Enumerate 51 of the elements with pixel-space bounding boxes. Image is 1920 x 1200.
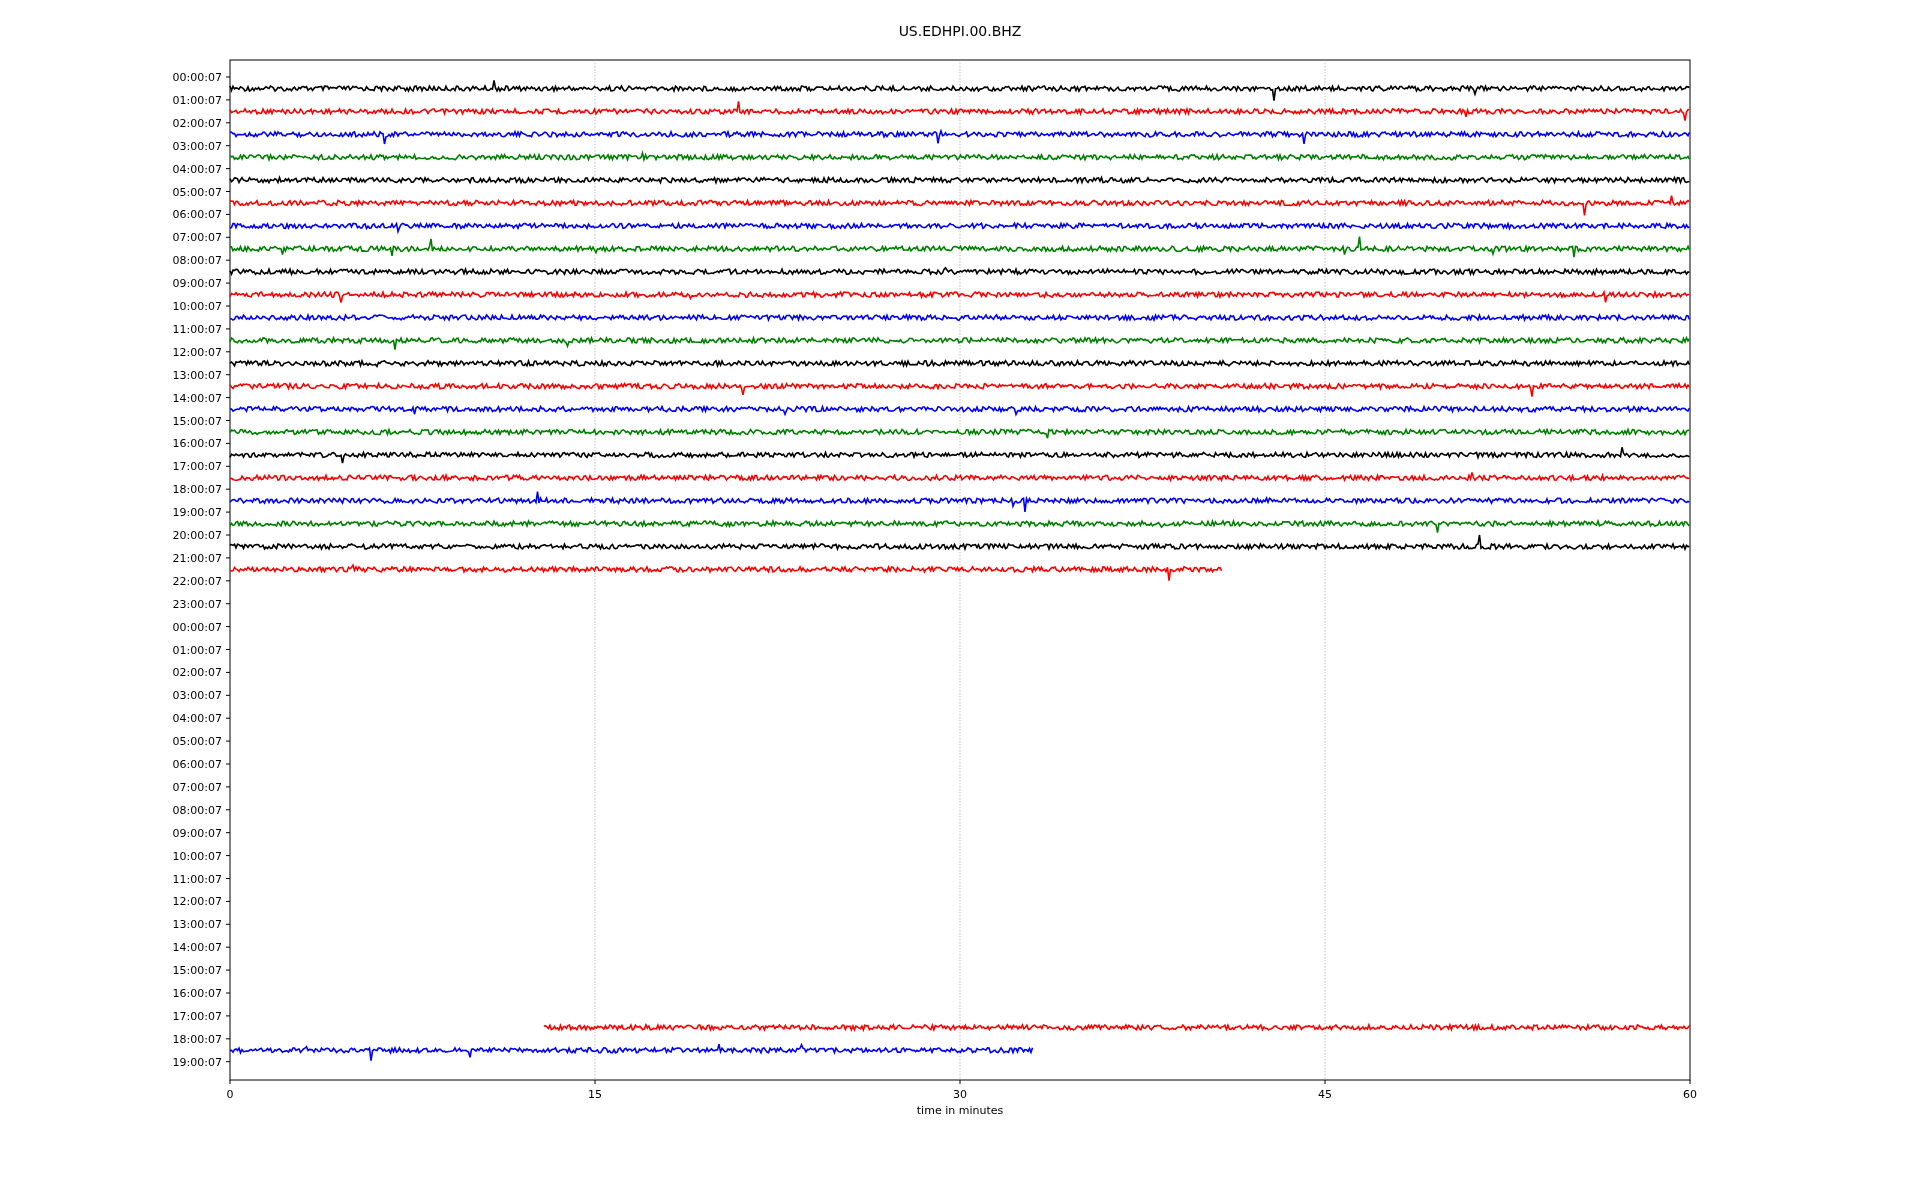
y-tick-label: 11:00:07 xyxy=(172,322,222,336)
y-tick-label: 07:00:07 xyxy=(172,231,222,245)
y-tick-label: 06:00:07 xyxy=(172,208,222,222)
y-tick-label: 12:00:07 xyxy=(172,345,222,359)
y-tick-label: 18:00:07 xyxy=(172,483,222,497)
x-tick-label: 30 xyxy=(953,1088,967,1101)
x-tick-label: 60 xyxy=(1683,1088,1697,1101)
y-tick-label: 06:00:07 xyxy=(172,758,222,771)
x-tick-label: 0 xyxy=(226,1088,234,1101)
y-tick-label: 04:00:07 xyxy=(172,712,222,726)
y-tick-label: 16:00:07 xyxy=(172,437,222,451)
y-tick-label: 09:00:07 xyxy=(172,826,222,840)
y-tick-label: 04:00:07 xyxy=(172,162,222,176)
y-tick-label: 19:00:07 xyxy=(172,1055,222,1069)
y-tick-label: 01:00:07 xyxy=(172,643,222,657)
y-tick-label: 01:00:07 xyxy=(172,93,222,107)
y-tick-label: 15:00:07 xyxy=(172,414,222,428)
x-tick-label: 45 xyxy=(1318,1088,1332,1101)
y-tick-label: 00:00:07 xyxy=(172,71,222,84)
y-tick-label: 17:00:07 xyxy=(172,1009,222,1023)
y-tick-label: 08:00:07 xyxy=(172,803,222,817)
y-tick-label: 14:00:07 xyxy=(172,391,222,405)
y-tick-label: 09:00:07 xyxy=(172,277,222,291)
y-tick-label: 11:00:07 xyxy=(172,872,222,886)
y-tick-label: 00:00:07 xyxy=(172,620,222,634)
y-tick-label: 16:00:07 xyxy=(172,987,222,1000)
y-tick-label: 13:00:07 xyxy=(172,918,222,932)
y-tick-label: 03:00:07 xyxy=(172,689,222,703)
y-tick-label: 20:00:07 xyxy=(172,529,222,542)
y-tick-label: 05:00:07 xyxy=(172,735,222,749)
y-tick-label: 02:00:07 xyxy=(172,666,222,680)
y-tick-label: 22:00:07 xyxy=(172,574,222,588)
y-tick-label: 05:00:07 xyxy=(172,185,222,199)
y-tick-label: 23:00:07 xyxy=(172,597,222,611)
y-tick-label: 19:00:07 xyxy=(172,506,222,520)
y-tick-label: 17:00:07 xyxy=(172,460,222,474)
x-axis-title: time in minutes xyxy=(916,1104,1004,1117)
plot-title: US.EDHPI.00.BHZ xyxy=(898,23,1022,39)
y-tick-label: 14:00:07 xyxy=(172,941,222,955)
y-tick-label: 18:00:07 xyxy=(172,1032,222,1046)
y-tick-label: 13:00:07 xyxy=(172,368,222,382)
y-tick-label: 02:00:07 xyxy=(172,116,222,130)
y-tick-label: 08:00:07 xyxy=(172,254,222,268)
y-tick-label: 03:00:07 xyxy=(172,139,222,153)
y-tick-label: 10:00:07 xyxy=(172,849,222,863)
y-tick-label: 12:00:07 xyxy=(172,895,222,909)
x-tick-label: 15 xyxy=(588,1088,602,1101)
y-tick-label: 15:00:07 xyxy=(172,964,222,978)
y-tick-label: 07:00:07 xyxy=(172,780,222,794)
y-tick-label: 10:00:07 xyxy=(172,300,222,313)
y-tick-label: 21:00:07 xyxy=(172,551,222,565)
